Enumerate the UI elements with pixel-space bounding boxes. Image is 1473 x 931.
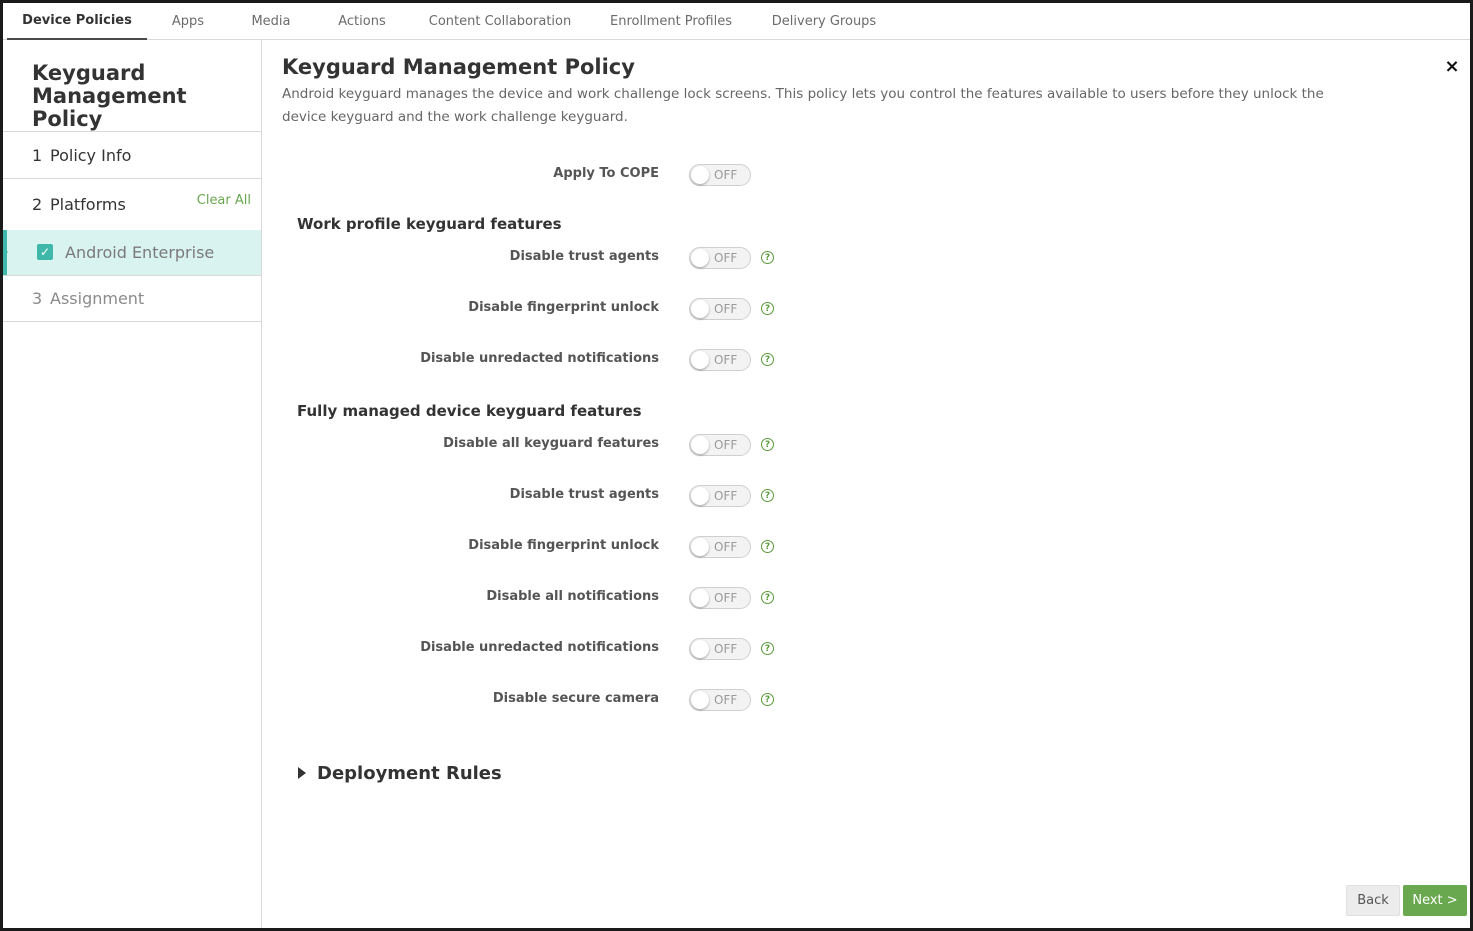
step-label: Policy Info [50,145,132,165]
tab-content-collaboration[interactable]: Content Collaboration [426,3,574,40]
toggle-state: OFF [714,438,738,452]
fm-disable-all-keyguard-label: Disable all keyguard features [443,436,659,451]
fm-disable-all-keyguard-toggle[interactable]: OFF [689,434,751,456]
fm-disable-all-notifications-toggle[interactable]: OFF [689,587,751,609]
fm-disable-all-notifications-label: Disable all notifications [486,589,659,604]
sidebar-step-policy-info[interactable]: 1 Policy Info [3,131,261,178]
toggle-knob [691,351,709,369]
toggle-state: OFF [714,168,738,182]
step-number: 3 [32,289,43,308]
toggle-knob [691,538,709,556]
toggle-knob [691,487,709,505]
fm-disable-unredacted-notifications-toggle[interactable]: OFF [689,638,751,660]
toggle-knob [691,249,709,267]
fm-disable-trust-agents-label: Disable trust agents [509,487,659,502]
back-button[interactable]: Back [1346,885,1400,916]
platform-checkbox[interactable]: ✓ [37,244,53,260]
tab-actions[interactable]: Actions [332,3,392,40]
fm-disable-unredacted-notifications-label: Disable unredacted notifications [420,640,659,655]
step-label: Assignment [50,289,145,308]
caret-right-icon [298,767,306,779]
apply-cope-toggle[interactable]: OFF [689,164,751,186]
step-number: 2 [32,195,43,214]
fm-disable-secure-camera-label: Disable secure camera [492,691,659,706]
sidebar-step-assignment[interactable]: 3 Assignment [3,275,261,322]
close-icon[interactable]: × [1443,56,1461,77]
top-nav: Device Policies Apps Media Actions Conte… [3,3,1470,40]
help-icon[interactable]: ? [761,540,774,553]
toggle-knob [691,166,709,184]
page-description: Android keyguard manages the device and … [282,86,1324,125]
clear-all-link[interactable]: Clear All [197,193,251,208]
tab-media[interactable]: Media [246,3,296,40]
fm-disable-fingerprint-unlock-label: Disable fingerprint unlock [468,538,659,553]
next-button[interactable]: Next > [1403,885,1467,916]
toggle-knob [691,300,709,318]
toggle-knob [691,589,709,607]
help-icon[interactable]: ? [761,302,774,315]
sidebar: Keyguard Management Policy 1 Policy Info… [3,40,262,928]
help-icon[interactable]: ? [761,642,774,655]
tab-apps[interactable]: Apps [163,3,213,40]
step-number: 1 [32,145,43,165]
sidebar-platform-android-enterprise[interactable]: ✓ Android Enterprise [3,230,261,275]
wp-disable-unredacted-notifications-label: Disable unredacted notifications [420,351,659,366]
step-label: Platforms [50,195,126,214]
toggle-state: OFF [714,693,738,707]
fully-managed-heading: Fully managed device keyguard features [297,402,642,420]
fm-disable-secure-camera-toggle[interactable]: OFF [689,689,751,711]
toggle-state: OFF [714,489,738,503]
toggle-state: OFF [714,302,738,316]
tab-delivery-groups[interactable]: Delivery Groups [771,3,877,40]
wp-disable-fingerprint-unlock-toggle[interactable]: OFF [689,298,751,320]
wp-disable-trust-agents-toggle[interactable]: OFF [689,247,751,269]
work-profile-heading: Work profile keyguard features [297,215,562,233]
help-icon[interactable]: ? [761,591,774,604]
fm-disable-fingerprint-unlock-toggle[interactable]: OFF [689,536,751,558]
toggle-state: OFF [714,642,738,656]
toggle-knob [691,640,709,658]
selected-indicator [3,247,8,257]
toggle-state: OFF [714,353,738,367]
wp-disable-fingerprint-unlock-label: Disable fingerprint unlock [468,300,659,315]
wp-disable-unredacted-notifications-toggle[interactable]: OFF [689,349,751,371]
sidebar-title: Keyguard Management Policy [32,61,187,131]
fm-disable-trust-agents-toggle[interactable]: OFF [689,485,751,507]
platform-label: Android Enterprise [65,243,215,262]
help-icon[interactable]: ? [761,251,774,264]
help-icon[interactable]: ? [761,489,774,502]
toggle-state: OFF [714,591,738,605]
wp-disable-trust-agents-label: Disable trust agents [509,249,659,264]
toggle-knob [691,691,709,709]
toggle-state: OFF [714,251,738,265]
apply-cope-label: Apply To COPE [553,166,659,181]
help-icon[interactable]: ? [761,693,774,706]
sidebar-step-platforms[interactable]: 2 Platforms Clear All [3,178,261,230]
deployment-rules-label: Deployment Rules [317,762,502,784]
help-icon[interactable]: ? [761,438,774,451]
help-icon[interactable]: ? [761,353,774,366]
tab-enrollment-profiles[interactable]: Enrollment Profiles [609,3,733,40]
deployment-rules-expander[interactable]: Deployment Rules [298,761,502,785]
page-title: Keyguard Management Policy [282,55,635,79]
toggle-knob [691,436,709,454]
tab-device-policies[interactable]: Device Policies [7,3,147,40]
toggle-state: OFF [714,540,738,554]
